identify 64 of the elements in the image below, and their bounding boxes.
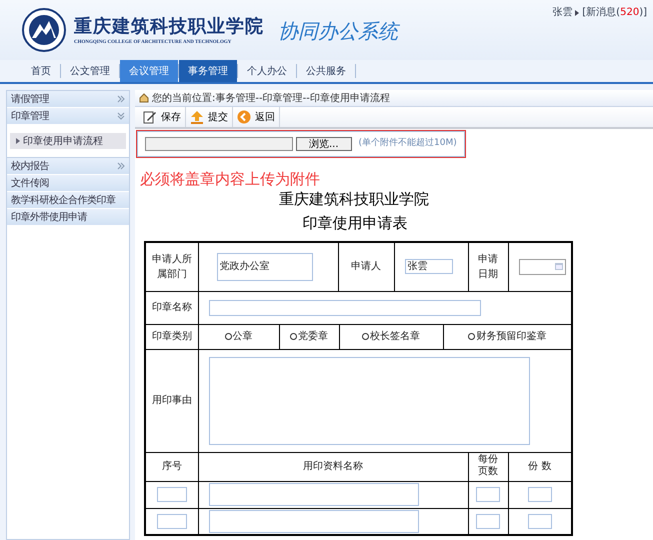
seal-type-label: 印章类别 — [152, 331, 192, 342]
sidebar-item[interactable]: 印章外带使用申请 — [7, 209, 129, 226]
triangle-icon — [16, 138, 20, 144]
breadcrumb: 您的当前位置:事务管理--印章管理--印章使用申请流程 — [152, 92, 390, 106]
nav-tab[interactable]: 会议管理 — [120, 60, 178, 82]
edit-icon — [143, 110, 157, 124]
material-name-field[interactable] — [208, 510, 418, 533]
column-header: 用印资料名称 — [303, 461, 363, 472]
school-name: 重庆建筑科技职业学院 — [74, 14, 264, 38]
department-field[interactable]: 党政办公室 — [216, 252, 312, 281]
browse-button[interactable]: 浏览... — [296, 137, 352, 151]
sidebar-subitem[interactable]: 印章使用申请流程 — [10, 133, 126, 149]
triangle-icon — [575, 10, 580, 16]
toolbar-button[interactable]: 提交 — [186, 107, 233, 127]
sidebar-item[interactable]: 校内报告 — [7, 158, 129, 175]
warning-text: 必须将盖章内容上传为附件 — [139, 169, 321, 189]
seal-type-radio[interactable]: 党委章 — [290, 329, 328, 344]
number-field[interactable] — [156, 487, 187, 502]
messages-link[interactable]: [新消息(520)] — [582, 5, 647, 20]
calendar-icon — [554, 263, 562, 270]
date-field[interactable] — [518, 258, 566, 275]
home-icon — [139, 93, 149, 103]
expand-arrows-icon — [117, 95, 125, 103]
nav-tab[interactable]: 事务管理 — [179, 60, 237, 82]
seal-type-radio[interactable]: 公章 — [224, 329, 252, 344]
seal-type-radio[interactable]: 财务预留印鉴章 — [468, 329, 546, 344]
reason-label: 用印事由 — [152, 395, 192, 406]
number-field[interactable] — [156, 514, 187, 529]
toolbar-button[interactable]: 返回 — [233, 107, 280, 127]
nav-tab[interactable]: 公共服务 — [297, 60, 355, 82]
applicant-field[interactable]: 张雲 — [404, 259, 452, 274]
sidebar-item[interactable]: 印章管理 — [7, 108, 129, 125]
column-header: 份 数 — [528, 461, 552, 472]
collapse-arrows-icon — [117, 112, 125, 120]
upload-size-hint: (单个附件不能超过10M) — [358, 137, 457, 150]
nav-tab[interactable]: 个人办公 — [238, 60, 296, 82]
column-header: 每份页数 — [477, 454, 499, 478]
seal-name-field[interactable] — [208, 300, 480, 316]
nav-tab[interactable]: 首页 — [22, 60, 60, 82]
system-title: 协同办公系统 — [278, 18, 398, 45]
column-header: 序号 — [162, 461, 182, 472]
upload-arrow-icon — [190, 110, 204, 124]
sidebar-item[interactable]: 教学科研校企合作类印章 — [7, 192, 129, 209]
pages-field[interactable] — [476, 487, 500, 502]
material-name-field[interactable] — [208, 483, 418, 506]
user-name: 张雲 — [552, 6, 572, 20]
date-label: 申请日期 — [477, 252, 499, 282]
department-label: 申请人所属部门 — [151, 252, 192, 282]
seal-type-radio[interactable]: 校长签名章 — [362, 329, 420, 344]
form-organization: 重庆建筑科技职业学院 — [278, 189, 430, 209]
toolbar-button[interactable]: 保存 — [139, 107, 186, 127]
college-emblem-icon — [22, 8, 66, 52]
pages-field[interactable] — [476, 514, 500, 529]
sidebar-item[interactable]: 文件传阅 — [7, 175, 129, 192]
copies-field[interactable] — [528, 514, 552, 529]
seal-name-label: 印章名称 — [152, 302, 192, 313]
applicant-label: 申请人 — [351, 261, 381, 272]
reason-textarea[interactable] — [208, 356, 530, 444]
file-path-field[interactable] — [145, 137, 293, 151]
copies-field[interactable] — [528, 487, 552, 502]
sidebar-item[interactable]: 请假管理 — [7, 91, 129, 108]
nav-tab[interactable]: 公文管理 — [61, 60, 119, 82]
form-title: 印章使用申请表 — [302, 213, 408, 234]
expand-arrows-icon — [117, 162, 125, 170]
